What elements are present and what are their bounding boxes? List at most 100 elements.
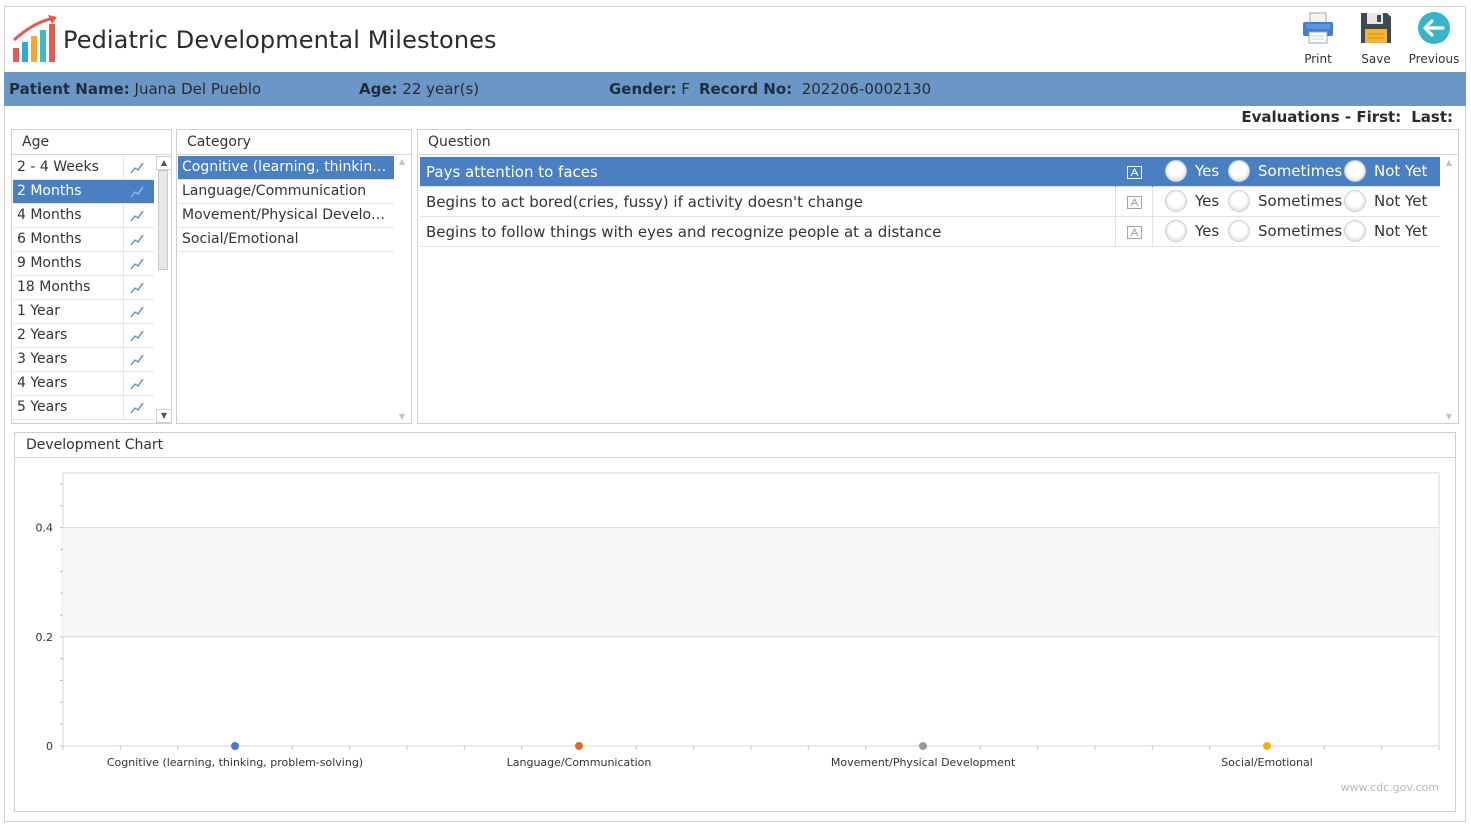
scroll-down-icon[interactable]: ▼ xyxy=(1442,411,1456,423)
y-tick-label: 0 xyxy=(46,740,53,753)
chart-panel-header: Development Chart xyxy=(15,433,1455,458)
answer-option[interactable]: Yes xyxy=(1165,160,1219,182)
save-button[interactable]: Save xyxy=(1347,10,1405,68)
development-chart-panel: Development Chart 0 0.2 0.4 Cognitive (lear… xyxy=(14,432,1456,812)
category-panel-header: Category xyxy=(177,130,411,155)
age-list-item[interactable]: 6 Months xyxy=(13,228,154,252)
age-list-item[interactable]: 18 Months xyxy=(13,276,154,300)
age-list-item-label: 4 Months xyxy=(17,207,82,223)
age-list-item[interactable]: 4 Months xyxy=(13,204,154,228)
age-trend-button[interactable] xyxy=(123,396,150,419)
answer-option[interactable]: Not Yet xyxy=(1344,160,1427,182)
toolbar: Print Save Previous xyxy=(1289,10,1463,68)
age-list-item-label: 3 Years xyxy=(17,351,68,367)
question-row[interactable]: Begins to follow things with eyes and re… xyxy=(420,217,1440,247)
scroll-up-icon[interactable]: ▲ xyxy=(156,156,172,170)
evaluations-summary: Evaluations - First: Last: xyxy=(1231,108,1453,126)
scroll-up-icon[interactable]: ▲ xyxy=(395,156,409,168)
age-list-item[interactable]: 9 Months xyxy=(13,252,154,276)
category-list-item[interactable]: Movement/Physical Developme... xyxy=(178,204,394,228)
x-tick-label: Social/Emotional xyxy=(1221,756,1313,769)
question-text: Begins to follow things with eyes and re… xyxy=(426,223,942,241)
patient-record-no: Record No: 202206-0002130 xyxy=(699,80,932,98)
radio-button[interactable] xyxy=(1165,220,1187,242)
radio-button[interactable] xyxy=(1228,220,1250,242)
age-trend-button[interactable] xyxy=(123,228,150,251)
age-list-item[interactable]: 2 Years xyxy=(13,324,154,348)
category-list-item[interactable]: Language/Communication xyxy=(178,180,394,204)
note-button[interactable] xyxy=(1115,187,1153,217)
note-icon xyxy=(1126,195,1142,209)
age-trend-button[interactable] xyxy=(123,372,150,395)
age-trend-button[interactable] xyxy=(123,348,150,371)
age-list-item[interactable]: 2 Months xyxy=(13,180,154,204)
trend-chart-icon xyxy=(130,402,144,413)
question-row[interactable]: Pays attention to faces Yes Sometimes Not Y… xyxy=(420,157,1440,187)
radio-button[interactable] xyxy=(1344,160,1366,182)
age-list-item-label: 2 Months xyxy=(17,183,82,199)
radio-button[interactable] xyxy=(1344,220,1366,242)
age-trend-button[interactable] xyxy=(123,324,150,347)
answer-option-label: Not Yet xyxy=(1374,162,1428,180)
trend-chart-icon xyxy=(130,354,144,365)
answer-option[interactable]: Not Yet xyxy=(1344,190,1427,212)
note-button[interactable] xyxy=(1115,217,1153,247)
answer-option-label: Not Yet xyxy=(1374,192,1428,210)
age-trend-button[interactable] xyxy=(123,300,150,323)
answer-option[interactable]: Sometimes xyxy=(1228,190,1342,212)
previous-button[interactable]: Previous xyxy=(1405,10,1463,68)
age-trend-button[interactable] xyxy=(123,156,150,179)
answer-option[interactable]: Yes xyxy=(1165,190,1219,212)
trend-chart-icon xyxy=(130,234,144,245)
age-list-item[interactable]: 3 Years xyxy=(13,348,154,372)
save-label: Save xyxy=(1361,52,1391,66)
development-chart: 0 0.2 0.4 Cognitive (learning, thinking, pr… xyxy=(36,472,1440,769)
note-button[interactable] xyxy=(1115,157,1153,187)
category-list-item[interactable]: Cognitive (learning, thinking, pr... xyxy=(178,156,394,180)
previous-label: Previous xyxy=(1408,52,1460,66)
age-trend-button[interactable] xyxy=(123,276,150,299)
data-point xyxy=(231,742,239,750)
age-list-item[interactable]: 5 Years xyxy=(13,396,154,420)
answer-option[interactable]: Sometimes xyxy=(1228,160,1342,182)
category-list-item[interactable]: Social/Emotional xyxy=(178,228,394,252)
age-trend-button[interactable] xyxy=(123,180,150,203)
age-list-item-label: 6 Months xyxy=(17,231,82,247)
age-list-item[interactable]: 4 Years xyxy=(13,372,154,396)
answer-option-label: Not Yet xyxy=(1374,222,1428,240)
trend-chart-icon xyxy=(130,330,144,341)
age-list-item[interactable]: 2 - 4 Weeks xyxy=(13,156,154,180)
age-list-item-label: 1 Year xyxy=(17,303,60,319)
x-tick-label: Language/Communication xyxy=(507,756,652,769)
print-button[interactable]: Print xyxy=(1289,10,1347,68)
scroll-up-icon[interactable]: ▲ xyxy=(1442,157,1456,169)
answer-option[interactable]: Sometimes xyxy=(1228,220,1342,242)
age-trend-button[interactable] xyxy=(123,204,150,227)
patient-info-bar: Patient Name: Juana Del Pueblo Age: 22 y… xyxy=(4,72,1466,106)
question-scrollbar[interactable]: ▲ ▼ xyxy=(1442,157,1456,423)
age-list-item-label: 18 Months xyxy=(17,279,91,295)
floppy-disk-icon xyxy=(1361,13,1391,43)
radio-button[interactable] xyxy=(1165,190,1187,212)
trend-chart-icon xyxy=(130,186,144,197)
category-scrollbar[interactable]: ▲ ▼ xyxy=(395,156,409,423)
age-list-item-label: 2 - 4 Weeks xyxy=(17,159,99,175)
scroll-thumb[interactable] xyxy=(158,170,168,270)
age-trend-button[interactable] xyxy=(123,252,150,275)
question-row[interactable]: Begins to act bored(cries, fussy) if act… xyxy=(420,187,1440,217)
trend-chart-icon xyxy=(130,378,144,389)
chart-watermark: www.cdc.gov.com xyxy=(1340,781,1439,794)
age-list-item-label: 4 Years xyxy=(17,375,68,391)
scroll-down-icon[interactable]: ▼ xyxy=(395,411,409,423)
age-list-item[interactable]: 1 Year xyxy=(13,300,154,324)
radio-button[interactable] xyxy=(1165,160,1187,182)
answer-option[interactable]: Not Yet xyxy=(1344,220,1427,242)
radio-button[interactable] xyxy=(1228,190,1250,212)
answer-option-label: Sometimes xyxy=(1258,162,1343,180)
radio-button[interactable] xyxy=(1228,160,1250,182)
answer-option[interactable]: Yes xyxy=(1165,220,1219,242)
radio-button[interactable] xyxy=(1344,190,1366,212)
age-scrollbar[interactable]: ▲ ▼ xyxy=(156,156,172,423)
scroll-down-icon[interactable]: ▼ xyxy=(156,409,172,423)
question-panel: Question Pays attention to faces Yes Somet… xyxy=(417,129,1459,424)
